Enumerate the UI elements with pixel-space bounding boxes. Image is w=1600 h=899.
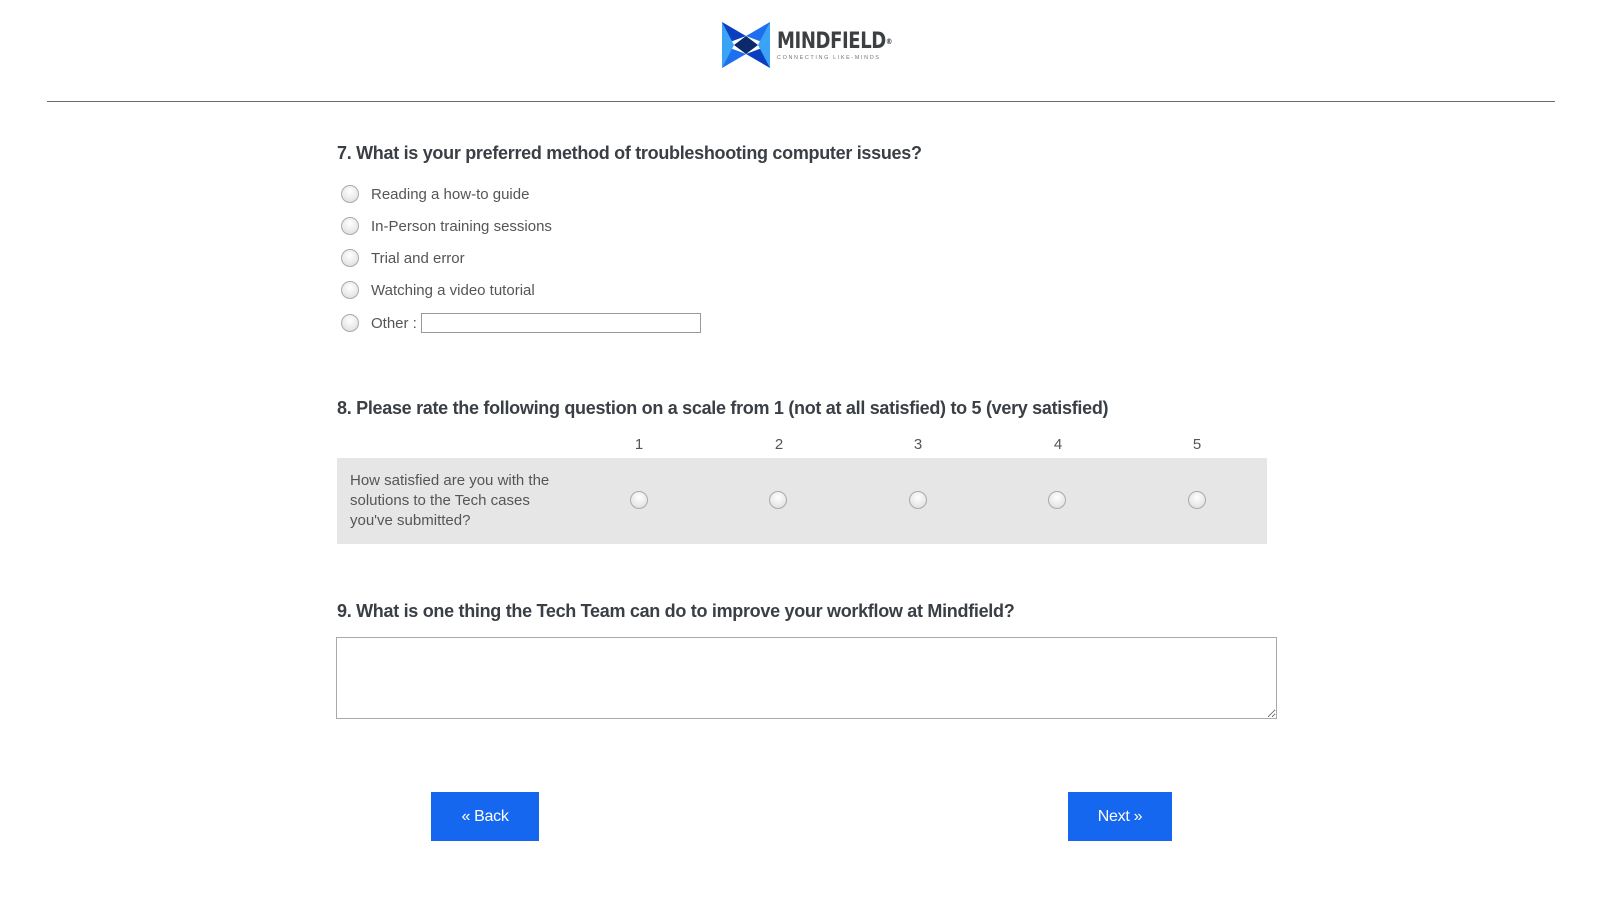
page-header: MINDFIELD® CONNECTING LIKE-MINDS	[0, 0, 1600, 100]
scale-header-1: 1	[634, 436, 644, 453]
option-label: Trial and error	[371, 249, 465, 267]
radio-button[interactable]	[341, 185, 359, 203]
registered-mark: ®	[885, 36, 893, 46]
rating-radio-3[interactable]	[909, 491, 927, 509]
rating-radio-4[interactable]	[1048, 491, 1066, 509]
logo-tagline: CONNECTING LIKE-MINDS	[777, 54, 881, 61]
option-label: In-Person training sessions	[371, 217, 552, 235]
back-button[interactable]: « Back	[431, 792, 539, 841]
option-label: Reading a how-to guide	[371, 185, 530, 203]
matrix-row-label: How satisfied are you with the solutions…	[350, 472, 550, 529]
next-button[interactable]: Next »	[1068, 792, 1172, 841]
q7-option-video[interactable]: Watching a video tutorial	[341, 279, 535, 301]
other-text-input[interactable]	[420, 313, 701, 333]
improvement-answer-textarea[interactable]	[336, 637, 1277, 719]
question-8-title: 8. Please rate the following question on…	[337, 398, 1109, 418]
q7-option-other[interactable]: Other :	[341, 312, 701, 334]
scale-header-2: 2	[774, 436, 784, 453]
option-label: Watching a video tutorial	[371, 281, 535, 299]
rating-radio-5[interactable]	[1188, 491, 1206, 509]
question-9-title: 9. What is one thing the Tech Team can d…	[337, 601, 1015, 621]
option-label: Other :	[371, 314, 417, 332]
rating-radio-2[interactable]	[769, 491, 787, 509]
rating-matrix-row: How satisfied are you with the solutions…	[337, 458, 1267, 544]
q7-option-trial-error[interactable]: Trial and error	[341, 247, 465, 269]
logo-wordmark: MINDFIELD® CONNECTING LIKE-MINDS	[777, 28, 917, 61]
scale-header-5: 5	[1192, 436, 1202, 453]
q7-option-in-person[interactable]: In-Person training sessions	[341, 215, 552, 237]
header-divider	[47, 101, 1555, 102]
scale-header-4: 4	[1053, 436, 1063, 453]
mindfield-logo: MINDFIELD® CONNECTING LIKE-MINDS	[722, 22, 917, 68]
radio-button[interactable]	[341, 217, 359, 235]
radio-button[interactable]	[341, 249, 359, 267]
radio-button[interactable]	[341, 281, 359, 299]
question-7-title: 7. What is your preferred method of trou…	[337, 143, 922, 163]
mindfield-logo-icon	[722, 22, 770, 68]
q7-option-howto[interactable]: Reading a how-to guide	[341, 183, 529, 205]
rating-radio-1[interactable]	[630, 491, 648, 509]
radio-button[interactable]	[341, 314, 359, 332]
logo-name: MINDFIELD®	[777, 28, 893, 54]
scale-header-3: 3	[913, 436, 923, 453]
